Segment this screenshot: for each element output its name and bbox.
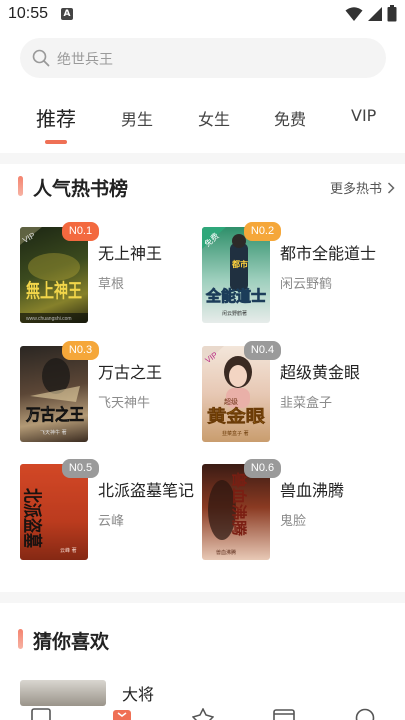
book-title[interactable]: 超级黄金眼 bbox=[280, 359, 360, 383]
signal-icon bbox=[368, 6, 382, 21]
book-author: 飞天神牛 bbox=[98, 396, 151, 411]
cover-subtitle: 兽血沸腾 bbox=[216, 549, 236, 556]
book-title[interactable]: 万古之王 bbox=[98, 359, 162, 383]
rank-badge: N0.1 bbox=[62, 222, 99, 241]
tab-vip[interactable]: VIP bbox=[351, 106, 376, 125]
wifi-icon bbox=[345, 6, 363, 21]
bottom-nav bbox=[0, 706, 405, 720]
book-cover[interactable] bbox=[20, 680, 106, 706]
book-author: 韭菜盒子 bbox=[280, 396, 333, 411]
book-cover[interactable]: 兽血沸腾 兽血沸腾 bbox=[202, 464, 270, 560]
book-title[interactable]: 北派盗墓笔记 bbox=[98, 477, 194, 501]
rank-badge: N0.4 bbox=[244, 341, 281, 360]
cover-art: 北派盗墓 云峰 著 bbox=[20, 464, 88, 560]
search-icon bbox=[32, 49, 50, 67]
book-cover[interactable]: 万古之王 飞天神牛 著 bbox=[20, 346, 88, 442]
cover-art: 兽血沸腾 兽血沸腾 bbox=[208, 472, 248, 556]
cover-art: VIP 無上神王 www.chuangshi.com bbox=[20, 227, 88, 323]
tab-female[interactable]: 女生 bbox=[198, 106, 230, 130]
bookshelf-icon[interactable] bbox=[31, 708, 51, 720]
book-cover[interactable]: VIP 超级 黄金眼 韭菜盒子 著 bbox=[202, 346, 270, 442]
cover-subtitle: 飞天神牛 著 bbox=[40, 429, 67, 436]
search-input[interactable]: 绝世兵王 bbox=[20, 38, 386, 78]
section-title-guess: 猜你喜欢 bbox=[33, 631, 110, 653]
book-title[interactable]: 兽血沸腾 bbox=[280, 477, 344, 501]
book-title[interactable]: 大将 bbox=[122, 681, 154, 705]
book-item[interactable]: 北派盗墓 云峰 著 N0.5 北派盗墓笔记 云峰 bbox=[20, 459, 205, 568]
book-item[interactable]: VIP 超级 黄金眼 韭菜盒子 著 N0.4 超级黄金眼 韭菜盒子 bbox=[202, 341, 387, 450]
book-item[interactable]: 免费 都市 全能道士 闲云野鹤著 N0.2 都市全能道士 闲云野鹤 bbox=[202, 222, 387, 331]
book-cover[interactable]: VIP 無上神王 www.chuangshi.com bbox=[20, 227, 88, 323]
section-marker bbox=[18, 629, 23, 649]
book-title[interactable]: 都市全能道士 bbox=[280, 240, 376, 264]
book-author: 闲云野鹤 bbox=[280, 277, 333, 292]
book-item[interactable]: 万古之王 飞天神牛 著 N0.3 万古之王 飞天神牛 bbox=[20, 341, 205, 450]
cover-art: 免费 都市 全能道士 闲云野鹤著 bbox=[202, 227, 266, 317]
bookstore-icon[interactable] bbox=[112, 708, 132, 720]
more-hot-books-link[interactable]: 更多热书 bbox=[330, 178, 395, 197]
book-title[interactable]: 无上神王 bbox=[98, 240, 162, 264]
rank-badge: N0.5 bbox=[62, 459, 99, 478]
section-divider bbox=[0, 153, 405, 164]
tab-recommend[interactable]: 推荐 bbox=[36, 103, 76, 132]
cover-subtitle: www.chuangshi.com bbox=[26, 316, 72, 322]
book-item[interactable]: 大将 bbox=[20, 678, 154, 706]
cover-top-text: 都市 bbox=[231, 259, 248, 269]
book-author: 云峰 bbox=[98, 514, 125, 529]
battery-icon bbox=[387, 5, 397, 22]
category-icon[interactable] bbox=[273, 708, 295, 720]
cover-top-text: 超级 bbox=[224, 397, 238, 406]
book-author: 鬼脸 bbox=[280, 514, 307, 529]
section-title-hot: 人气热书榜 bbox=[33, 178, 129, 200]
rank-badge: N0.6 bbox=[244, 459, 281, 478]
cover-title: 兽血沸腾 bbox=[230, 472, 248, 537]
cover-subtitle: 云峰 著 bbox=[60, 547, 77, 554]
cover-title: 全能道士 bbox=[205, 287, 266, 305]
status-icons bbox=[345, 5, 397, 22]
more-hot-books-label: 更多热书 bbox=[329, 182, 382, 197]
tab-indicator bbox=[45, 140, 67, 144]
tab-male[interactable]: 男生 bbox=[121, 106, 153, 130]
section-divider bbox=[0, 592, 405, 603]
cover-title: 黄金眼 bbox=[207, 406, 265, 427]
notification-icon: A bbox=[61, 8, 73, 20]
chevron-right-icon bbox=[387, 181, 395, 194]
profile-icon[interactable] bbox=[354, 708, 376, 720]
rank-badge: N0.3 bbox=[62, 341, 99, 360]
cover-title: 無上神王 bbox=[26, 279, 82, 302]
status-time: 10:55 bbox=[8, 5, 49, 22]
cover-title: 万古之王 bbox=[25, 405, 84, 424]
tab-free[interactable]: 免费 bbox=[274, 106, 306, 130]
book-author: 草根 bbox=[98, 277, 125, 292]
cover-subtitle: 闲云野鹤著 bbox=[222, 310, 247, 317]
cover-art: VIP 超级 黄金眼 韭菜盒子 著 bbox=[202, 346, 265, 437]
rank-icon[interactable] bbox=[192, 708, 214, 720]
search-placeholder: 绝世兵王 bbox=[57, 52, 113, 68]
rank-badge: N0.2 bbox=[244, 222, 281, 241]
section-marker bbox=[18, 176, 23, 196]
cover-subtitle: 韭菜盒子 著 bbox=[222, 430, 249, 437]
book-item[interactable]: 兽血沸腾 兽血沸腾 N0.6 兽血沸腾 鬼脸 bbox=[202, 459, 387, 568]
book-item[interactable]: VIP 無上神王 www.chuangshi.com N0.1 无上神王 草根 bbox=[20, 222, 205, 331]
cover-art: 万古之王 飞天神牛 著 bbox=[25, 358, 84, 436]
cover-title: 北派盗墓 bbox=[21, 488, 44, 549]
status-bar: 10:55 A bbox=[0, 0, 405, 30]
category-tabs: 推荐 男生 女生 免费 VIP bbox=[0, 100, 405, 144]
book-cover[interactable]: 免费 都市 全能道士 闲云野鹤著 bbox=[202, 227, 270, 323]
book-cover[interactable]: 北派盗墓 云峰 著 bbox=[20, 464, 88, 560]
